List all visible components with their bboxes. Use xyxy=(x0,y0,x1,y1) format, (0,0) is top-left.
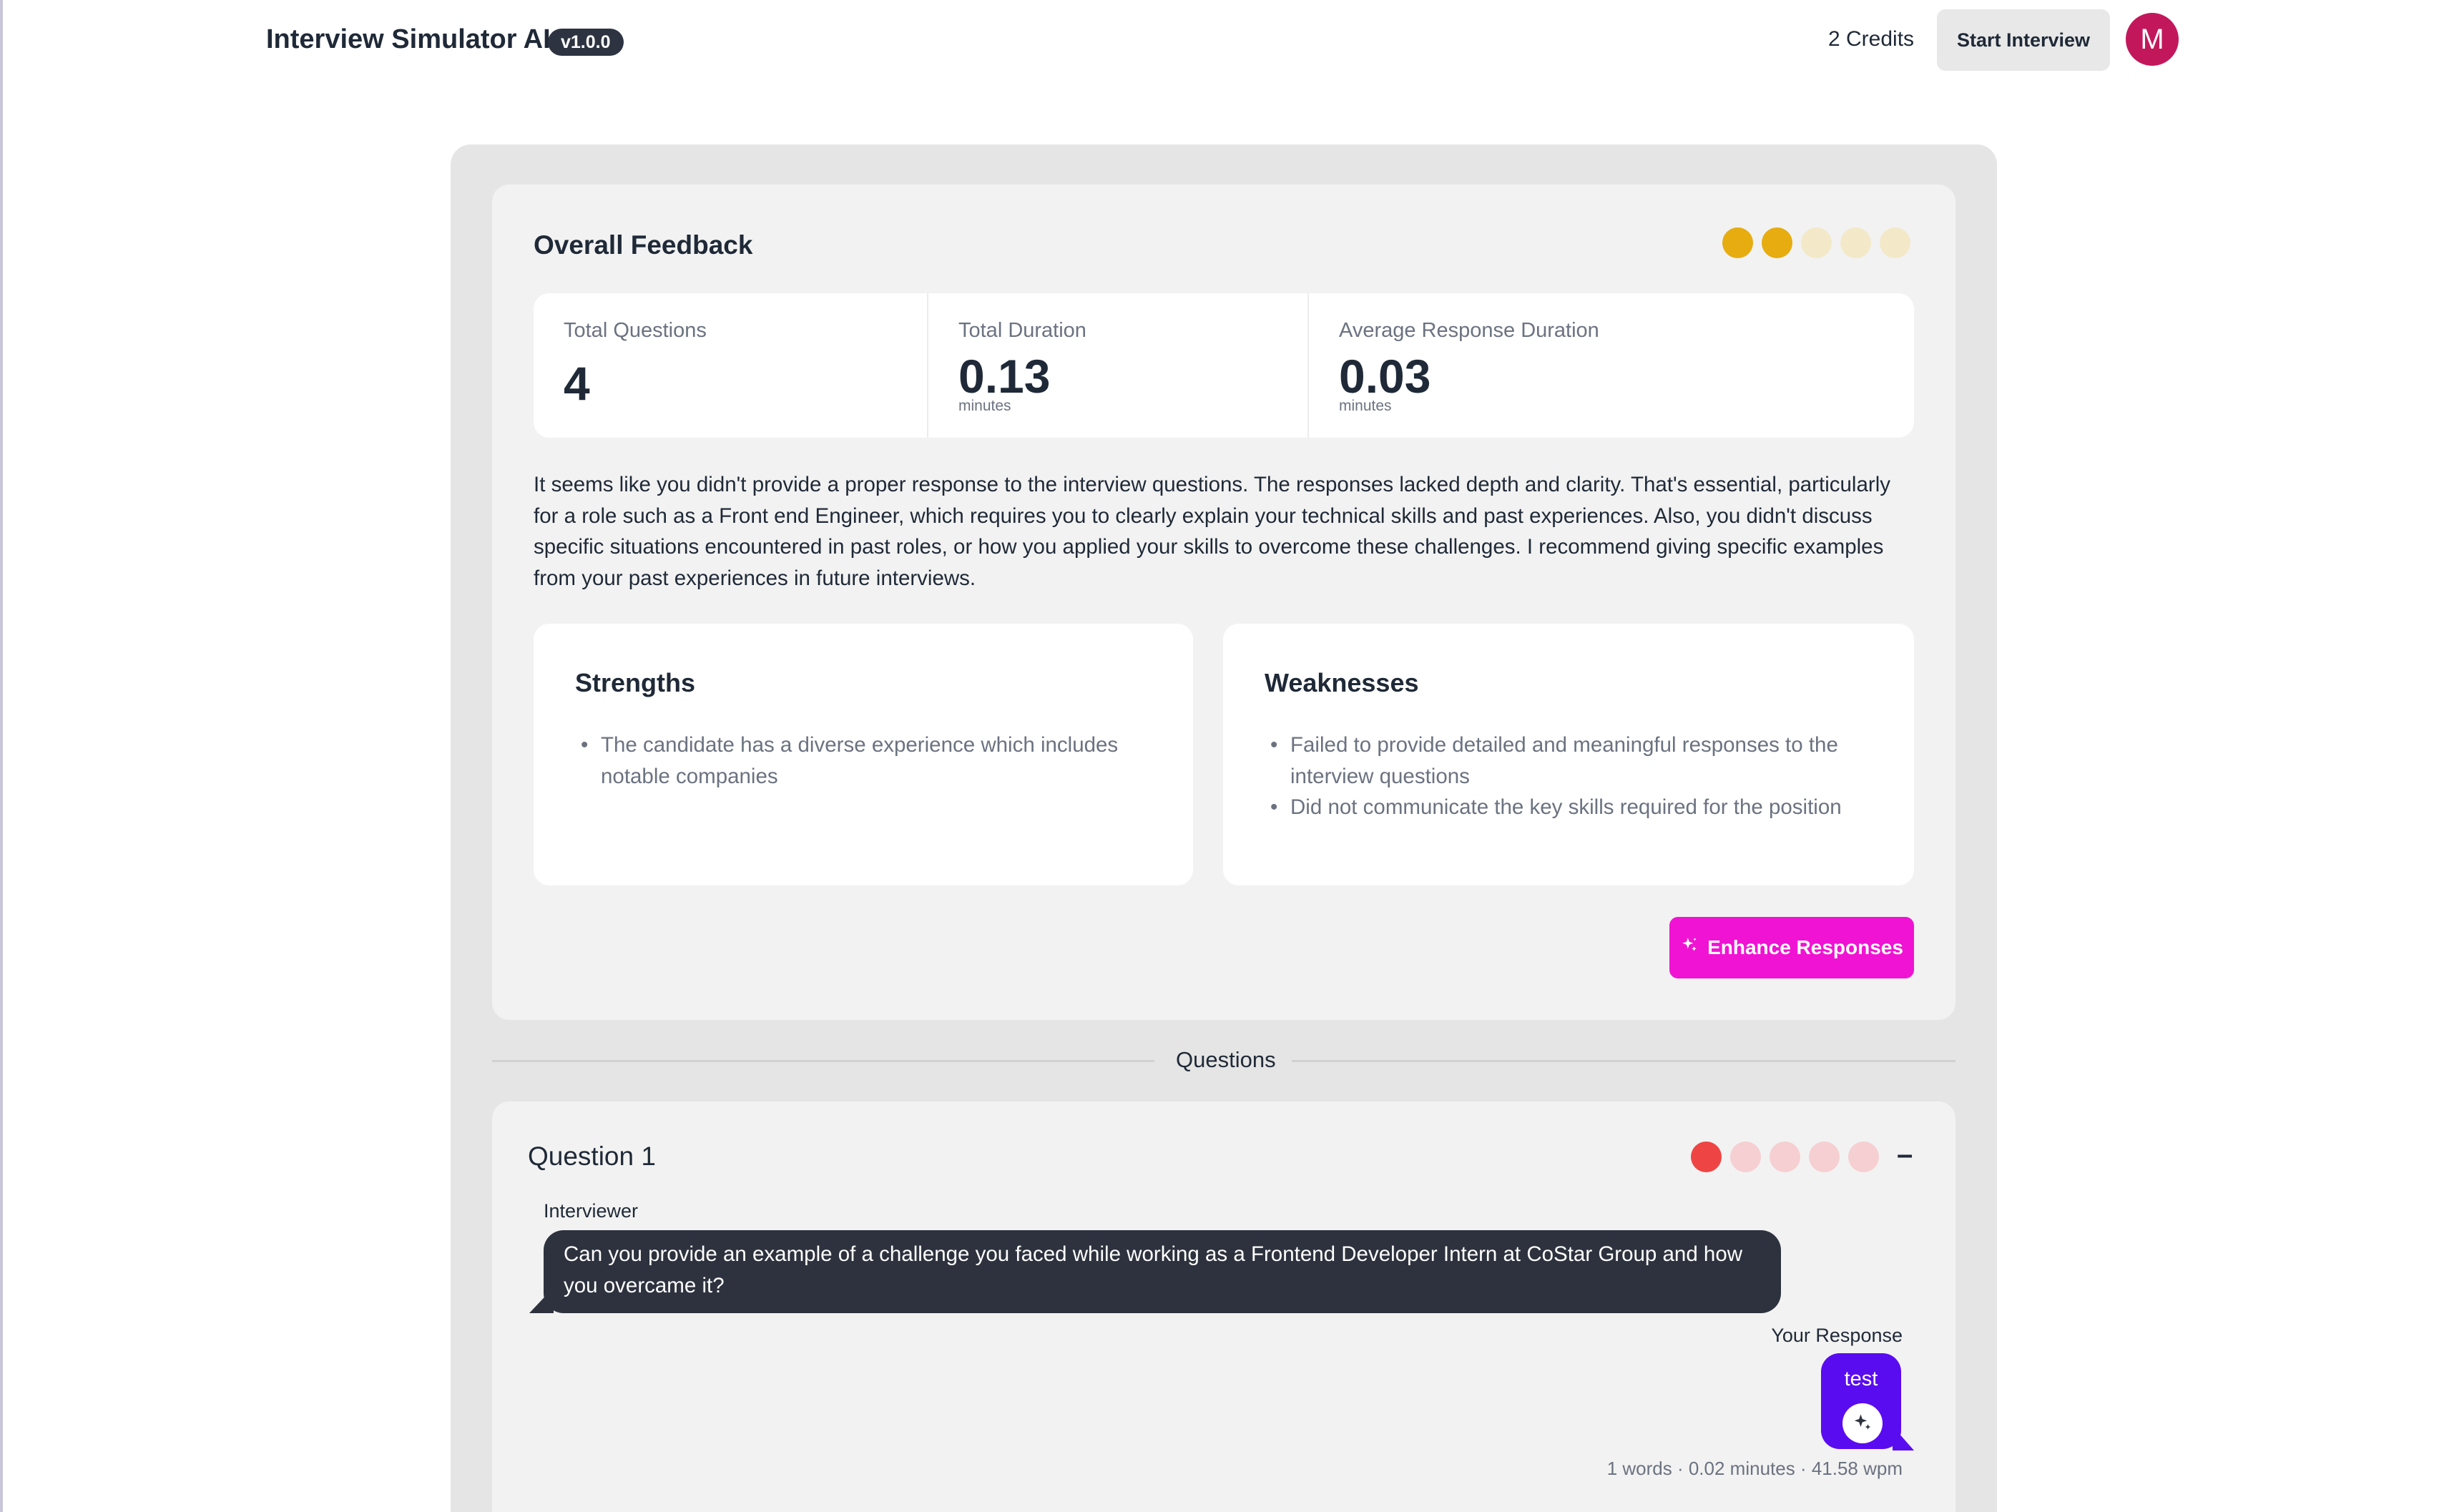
weaknesses-list: Failed to provide detailed and meaningfu… xyxy=(1270,730,1871,823)
questions-divider-label: Questions xyxy=(1176,1047,1276,1072)
window-edge xyxy=(0,0,3,1512)
overall-feedback-title: Overall Feedback xyxy=(534,230,753,260)
stat-total-questions: Total Questions 4 xyxy=(534,293,927,438)
stats-panel: Total Questions 4 Total Duration 0.13 mi… xyxy=(534,293,1914,438)
strengths-list: The candidate has a diverse experience w… xyxy=(581,730,1150,792)
rating-dot-empty xyxy=(1848,1142,1879,1172)
version-badge: v1.0.0 xyxy=(548,29,624,56)
feedback-summary: It seems like you didn't provide a prope… xyxy=(534,473,1891,590)
stat-label: Total Duration xyxy=(958,319,1086,342)
strengths-title: Strengths xyxy=(575,668,696,697)
response-stats: 1 words · 0.02 minutes · 41.58 wpm xyxy=(1606,1458,1903,1479)
divider-line xyxy=(1292,1060,1955,1062)
rating-dot-empty xyxy=(1840,227,1871,258)
stat-value: 0.03 xyxy=(1339,350,1431,403)
rating-dot-empty xyxy=(1809,1142,1840,1172)
avatar[interactable]: M xyxy=(2126,13,2179,66)
strengths-panel: Strengths The candidate has a diverse ex… xyxy=(534,624,1193,885)
list-item: Failed to provide detailed and meaningfu… xyxy=(1270,730,1871,792)
rating-dot-empty xyxy=(1770,1142,1800,1172)
start-interview-button[interactable]: Start Interview xyxy=(1937,9,2110,71)
rating-dot-filled xyxy=(1762,227,1792,258)
rating-dot-empty xyxy=(1801,227,1832,258)
response-label: Your Response xyxy=(1771,1325,1903,1346)
interviewer-label: Interviewer xyxy=(544,1200,639,1222)
sparkle-icon xyxy=(1680,936,1699,960)
weaknesses-title: Weaknesses xyxy=(1265,668,1419,697)
stat-unit: minutes xyxy=(1339,398,1392,414)
rating-dot-empty xyxy=(1730,1142,1761,1172)
response-text: test xyxy=(1844,1368,1878,1390)
enhance-responses-button[interactable]: Enhance Responses xyxy=(1669,917,1914,978)
question-title: Question 1 xyxy=(528,1142,656,1171)
rating-dot-empty xyxy=(1880,227,1910,258)
rating-dot-filled xyxy=(1691,1142,1722,1172)
stat-unit: minutes xyxy=(958,398,1011,414)
weaknesses-panel: Weaknesses Failed to provide detailed an… xyxy=(1223,624,1914,885)
overall-rating xyxy=(1722,227,1910,258)
stat-average-response-duration: Average Response Duration 0.03 minutes xyxy=(1307,293,1914,438)
enhance-responses-label: Enhance Responses xyxy=(1707,936,1903,958)
question-rating xyxy=(1691,1142,1879,1172)
stat-total-duration: Total Duration 0.13 minutes xyxy=(927,293,1307,438)
list-item: Did not communicate the key skills requi… xyxy=(1270,792,1871,823)
credits-count: 2 Credits xyxy=(1828,27,1915,51)
divider-line xyxy=(492,1060,1154,1062)
top-bar: Interview Simulator AI v1.0.0 2 Credits … xyxy=(0,0,2439,79)
interviewer-bubble: Can you provide an example of a challeng… xyxy=(544,1230,1781,1313)
app-title: Interview Simulator AI xyxy=(266,24,551,54)
stat-label: Total Questions xyxy=(564,319,707,342)
response-bubble: test xyxy=(1821,1353,1901,1449)
stat-value: 0.13 xyxy=(958,350,1051,403)
list-item: The candidate has a diverse experience w… xyxy=(581,730,1150,792)
sparkle-icon[interactable] xyxy=(1842,1403,1883,1443)
stat-label: Average Response Duration xyxy=(1339,319,1599,342)
collapse-toggle[interactable]: – xyxy=(1897,1139,1913,1171)
stat-value: 4 xyxy=(564,357,590,410)
rating-dot-filled xyxy=(1722,227,1753,258)
